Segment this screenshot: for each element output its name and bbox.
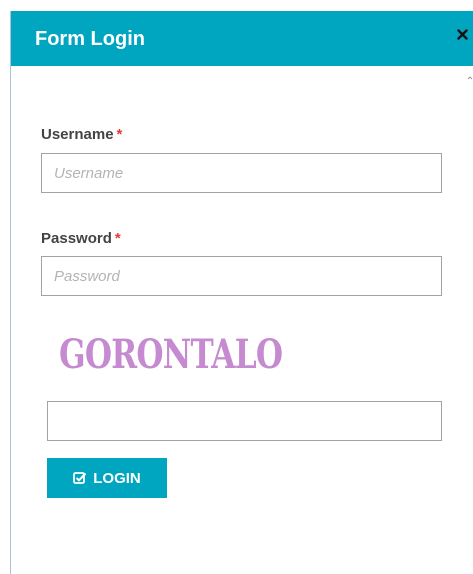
page: Form Login Username* Password* GORONTALO: [0, 0, 473, 574]
modal-title: Form Login: [35, 28, 145, 50]
password-label-text: Password: [41, 230, 112, 247]
check-square-icon: [73, 471, 87, 485]
login-modal: Form Login Username* Password* GORONTALO: [10, 11, 473, 574]
captcha-text: GORONTALO: [59, 330, 283, 378]
password-label: Password *: [41, 230, 121, 247]
password-input[interactable]: [41, 256, 442, 296]
page-background: [0, 0, 473, 11]
close-icon[interactable]: [455, 27, 469, 41]
required-mark: *: [116, 126, 123, 143]
modal-header: Form Login: [11, 11, 473, 66]
required-mark: *: [114, 230, 121, 247]
login-button[interactable]: LOGIN: [47, 458, 167, 498]
login-button-label: LOGIN: [93, 469, 141, 487]
username-label-text: Username: [41, 126, 114, 143]
captcha-input[interactable]: [47, 401, 442, 441]
captcha-image: GORONTALO: [59, 329, 345, 379]
scrollbar-arrow-icon: [467, 75, 473, 81]
username-input[interactable]: [41, 153, 442, 193]
username-label: Username *: [41, 126, 122, 143]
